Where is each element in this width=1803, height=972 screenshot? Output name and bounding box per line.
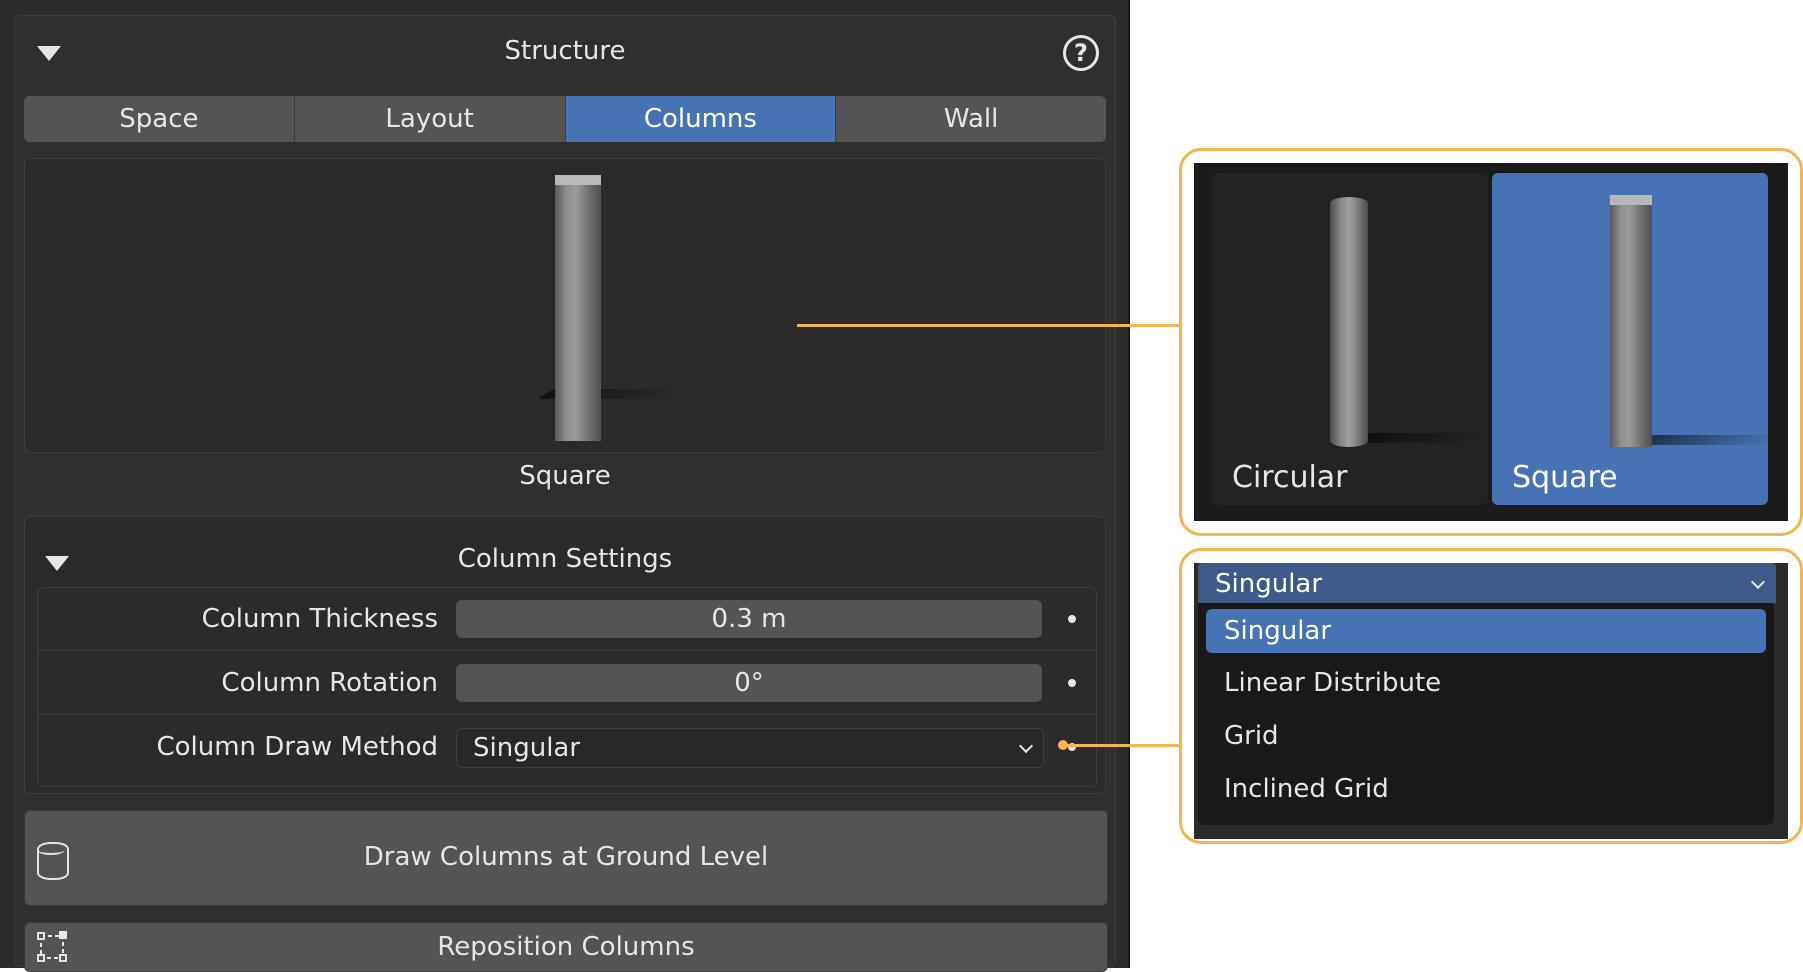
- menu-item-grid[interactable]: Grid: [1206, 714, 1766, 758]
- reposition-columns-label: Reposition Columns: [437, 932, 695, 962]
- tab-bar: Space Layout Columns Wall: [24, 96, 1106, 142]
- row-column-draw-method: Column Draw Method Singular: [38, 716, 1096, 778]
- connector-line-dropdown: [1065, 744, 1180, 747]
- shape-option-square[interactable]: Square: [1492, 173, 1768, 505]
- keyframe-dot-icon[interactable]: [1068, 679, 1076, 687]
- pillar-top: [1610, 195, 1652, 205]
- shape-label-circular: Circular: [1232, 460, 1348, 495]
- draw-columns-label: Draw Columns at Ground Level: [363, 842, 769, 872]
- callout-shape-options: Circular Square: [1179, 148, 1803, 536]
- menu-item-inclined-grid[interactable]: Inclined Grid: [1206, 767, 1766, 811]
- row-column-thickness: Column Thickness 0.3 m: [38, 588, 1096, 651]
- pillar-shadow: [1633, 435, 1768, 445]
- chevron-down-icon: [1018, 738, 1034, 754]
- draw-method-select-open[interactable]: Singular: [1198, 563, 1776, 605]
- connector-line-shapes: [797, 324, 1180, 327]
- column-rotation-label: Column Rotation: [221, 668, 438, 698]
- reposition-columns-button[interactable]: Reposition Columns: [24, 922, 1108, 972]
- tab-layout[interactable]: Layout: [294, 96, 566, 142]
- callout-draw-method-dropdown: Singular Singular Linear Distribute Grid…: [1179, 548, 1803, 844]
- structure-panel: Structure ? Space Layout Columns Wall Sq…: [0, 0, 1130, 972]
- tab-wall[interactable]: Wall: [836, 96, 1106, 142]
- column-draw-method-label: Column Draw Method: [156, 732, 438, 762]
- column-rotation-field[interactable]: 0°: [456, 664, 1042, 702]
- question-circle-icon[interactable]: ?: [1063, 35, 1099, 71]
- select-value: Singular: [473, 733, 581, 763]
- dropdown-menu: Singular Linear Distribute Grid Inclined…: [1198, 603, 1774, 825]
- menu-item-label: Inclined Grid: [1224, 774, 1389, 804]
- panel-title: Structure: [504, 36, 626, 66]
- column-settings-section: Column Settings Column Thickness 0.3 m C…: [24, 516, 1106, 794]
- panel-body: Structure ? Space Layout Columns Wall Sq…: [14, 15, 1116, 972]
- shape-option-circular[interactable]: Circular: [1212, 173, 1488, 505]
- menu-item-label: Linear Distribute: [1224, 668, 1442, 698]
- section-title: Column Settings: [457, 544, 673, 574]
- dropdown-current-value: Singular: [1215, 569, 1323, 599]
- square-pillar-image: [555, 179, 601, 441]
- shape-grid: Circular Square: [1194, 163, 1788, 521]
- column-thickness-label: Column Thickness: [201, 604, 438, 634]
- tab-space[interactable]: Space: [24, 96, 295, 142]
- chevron-down-icon: [1750, 574, 1766, 590]
- column-thickness-field[interactable]: 0.3 m: [456, 600, 1042, 638]
- menu-item-linear-distribute[interactable]: Linear Distribute: [1206, 661, 1766, 705]
- pillar-top: [555, 175, 601, 185]
- row-column-rotation: Column Rotation 0°: [38, 652, 1096, 715]
- tab-columns[interactable]: Columns: [565, 96, 837, 142]
- settings-rows: Column Thickness 0.3 m Column Rotation 0…: [37, 587, 1097, 787]
- keyframe-dot-icon[interactable]: [1068, 615, 1076, 623]
- column-draw-method-select[interactable]: Singular: [456, 728, 1044, 768]
- square-pillar-image: [1610, 199, 1652, 447]
- menu-item-singular[interactable]: Singular: [1206, 609, 1766, 653]
- connector-dot: [1058, 740, 1068, 750]
- shape-label-square: Square: [1512, 460, 1618, 495]
- draw-columns-button[interactable]: Draw Columns at Ground Level: [24, 810, 1108, 906]
- menu-item-label: Grid: [1224, 721, 1279, 751]
- panel-header[interactable]: Structure ?: [15, 16, 1115, 86]
- preview-caption: Square: [519, 461, 611, 491]
- column-shape-preview[interactable]: [24, 158, 1106, 453]
- circular-pillar-image: [1330, 197, 1368, 447]
- menu-item-label: Singular: [1224, 616, 1332, 646]
